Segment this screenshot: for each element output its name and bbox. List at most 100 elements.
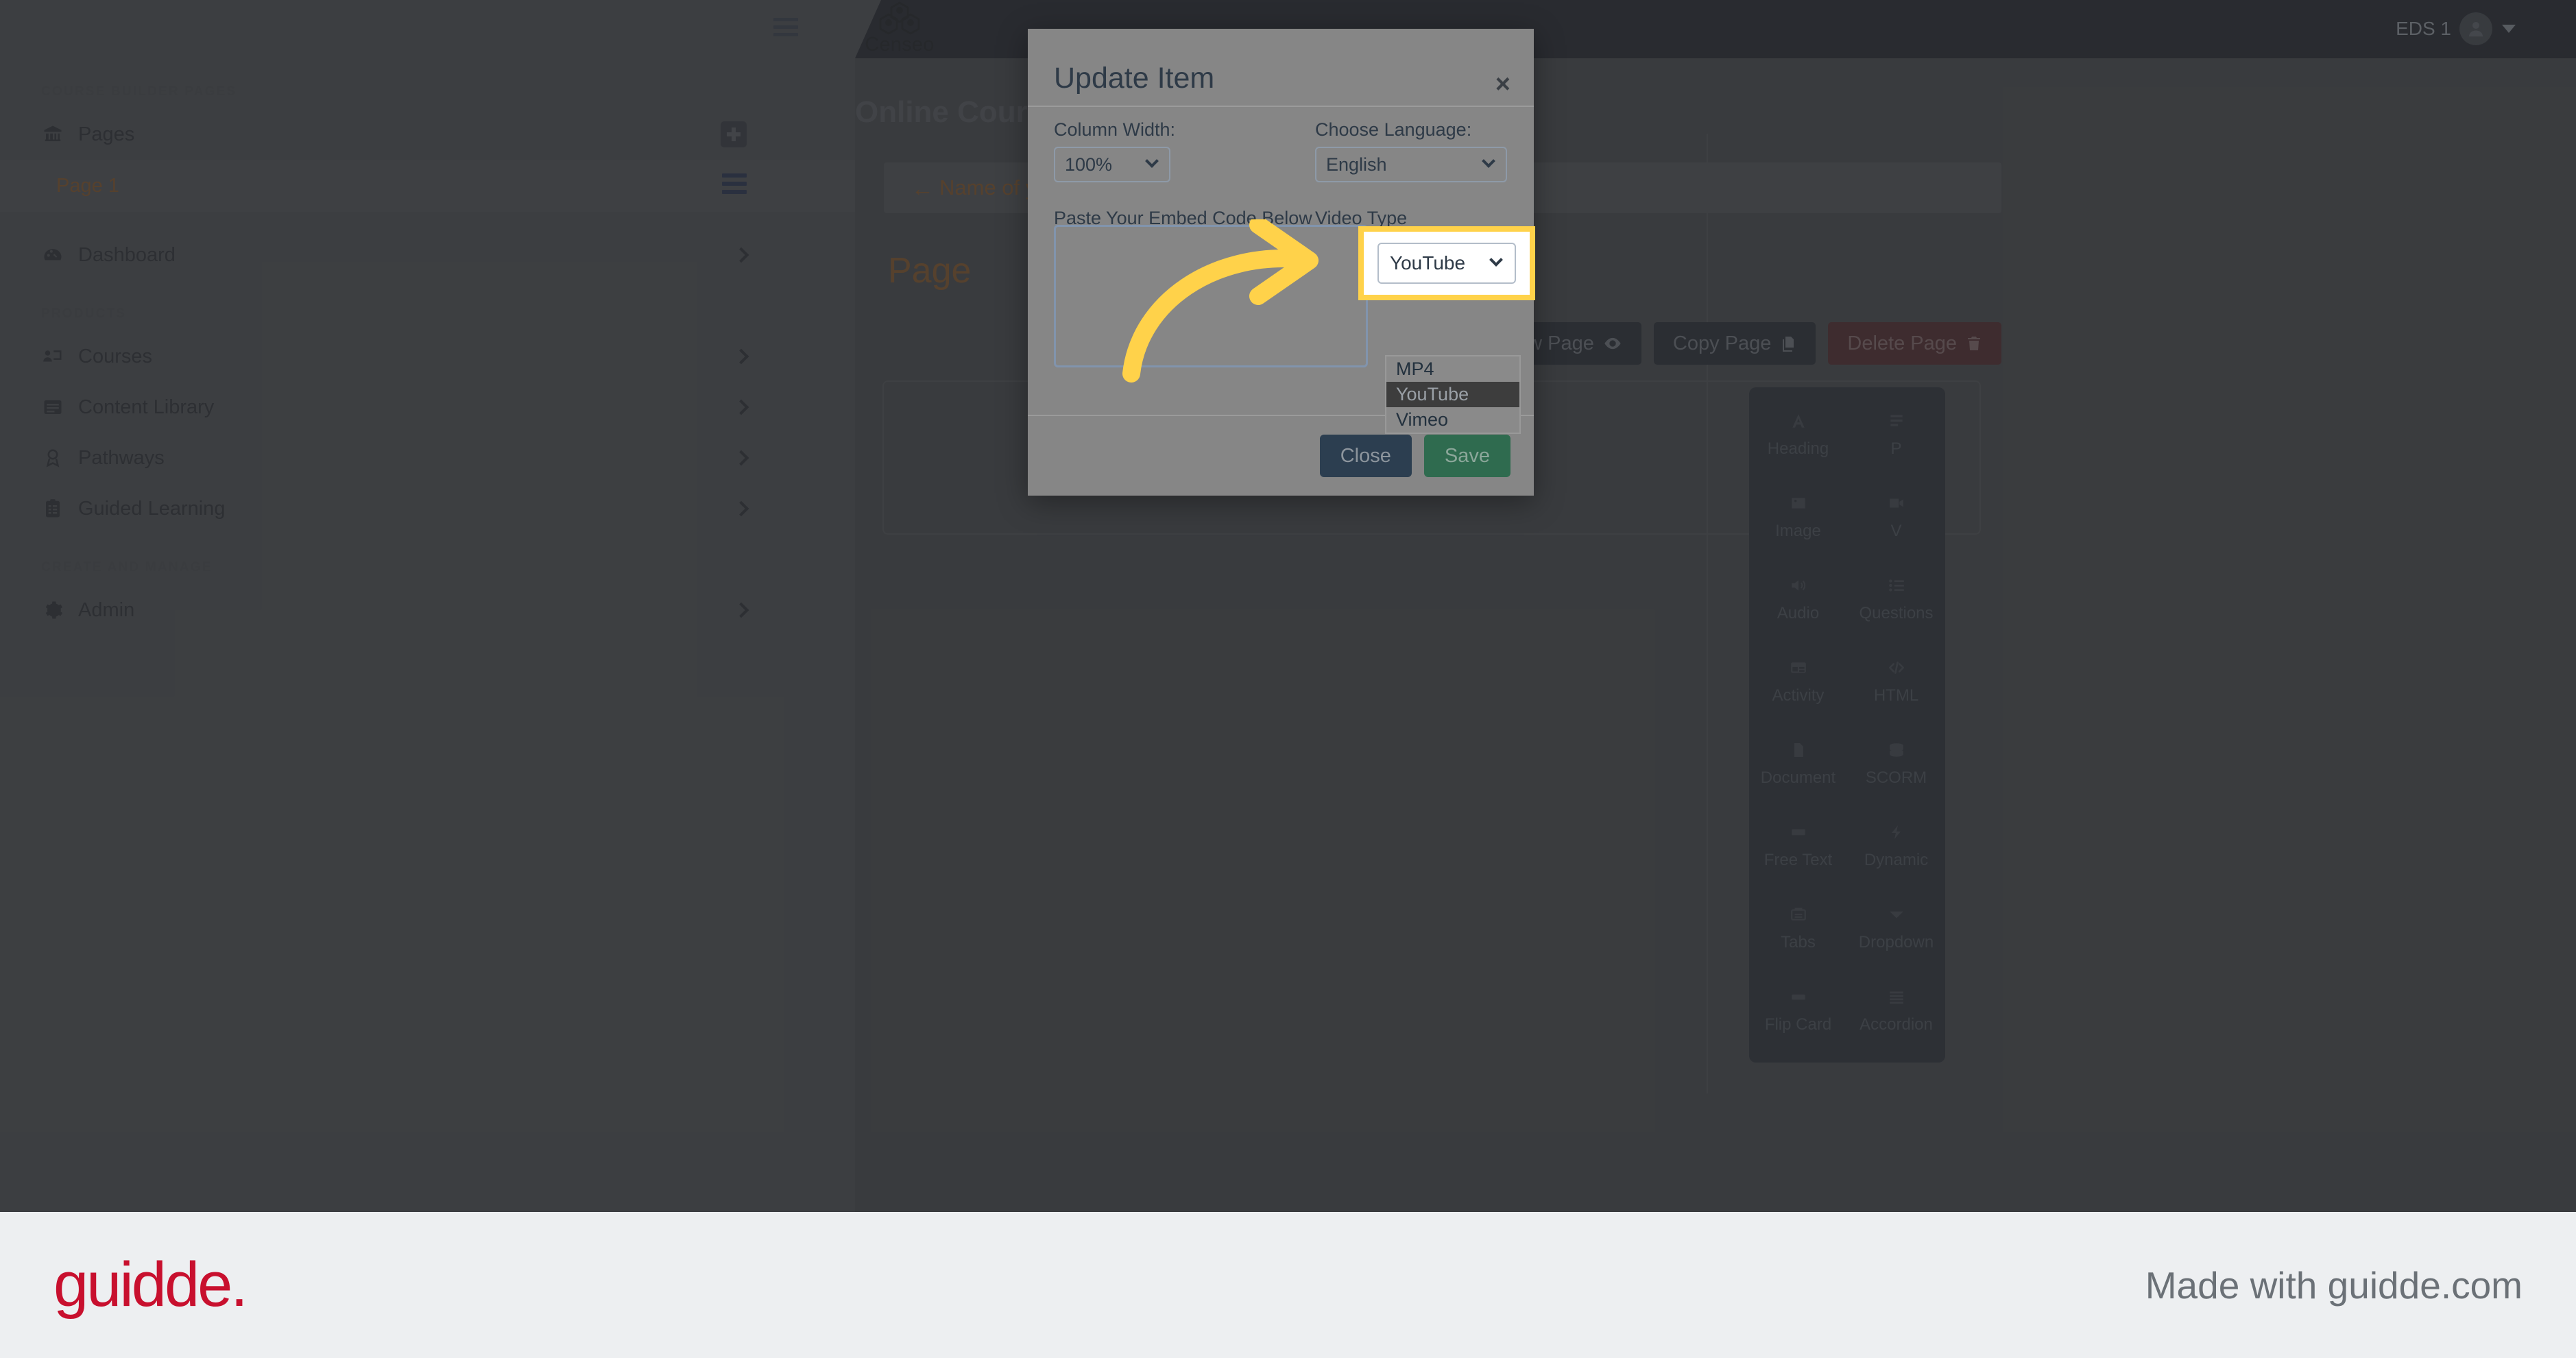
guidde-logo: guidde. <box>53 1250 248 1320</box>
block-heading[interactable]: Heading <box>1749 405 1847 487</box>
block-audio[interactable]: Audio <box>1749 570 1847 652</box>
application-root: Censeo EDS 1 COURSE BUILDER PAGES Pages <box>0 0 2576 1212</box>
sidebar-item-pages[interactable]: Pages <box>0 109 855 160</box>
top-bar-left-pane <box>0 0 881 58</box>
copy-page-button[interactable]: Copy Page <box>1653 322 1816 365</box>
block-questions[interactable]: Questions <box>1847 570 1945 652</box>
block-free-text[interactable]: Free Text <box>1749 816 1847 899</box>
block-palette: Heading P Image V Audio Questions Activi… <box>1749 387 1945 1063</box>
book-icon <box>41 397 78 417</box>
sidebar-item-admin[interactable]: Admin <box>0 585 855 635</box>
gear-icon <box>41 600 78 620</box>
block-video[interactable]: V <box>1847 487 1945 570</box>
block-html[interactable]: HTML <box>1847 652 1945 734</box>
block-label: Questions <box>1859 604 1934 622</box>
delete-page-button[interactable]: Delete Page <box>1828 322 2001 365</box>
column-width-value: 100% <box>1065 154 1113 175</box>
block-tabs[interactable]: Tabs <box>1749 899 1847 981</box>
chevron-down-icon <box>1482 154 1495 168</box>
bank-icon <box>41 124 78 145</box>
database-icon <box>1887 738 1906 762</box>
block-label: Dynamic <box>1864 851 1929 869</box>
action-button-label: Copy Page <box>1672 332 1772 354</box>
image-icon <box>1789 492 1808 515</box>
code-icon <box>1886 656 1907 679</box>
block-label: HTML <box>1873 686 1919 705</box>
sidebar-item-content-library[interactable]: Content Library <box>0 382 855 433</box>
block-label: Flip Card <box>1764 1015 1832 1034</box>
block-scorm[interactable]: SCORM <box>1847 734 1945 816</box>
guidde-footer: guidde. Made with guidde.com <box>0 1212 2576 1358</box>
layout-icon <box>1789 656 1808 679</box>
gauge-icon <box>41 245 78 265</box>
sidebar-item-label: Pages <box>78 123 135 145</box>
video-type-option-vimeo[interactable]: Vimeo <box>1386 407 1519 433</box>
trash-icon <box>1968 337 1980 350</box>
video-type-option-youtube[interactable]: YouTube <box>1386 382 1519 408</box>
video-type-value: YouTube <box>1390 252 1466 274</box>
close-icon[interactable]: × <box>1495 71 1510 97</box>
award-icon <box>41 448 78 468</box>
video-type-options-list[interactable]: MP4 YouTube Vimeo <box>1385 355 1521 435</box>
clipboard-list-icon <box>41 498 78 519</box>
censeo-mark-icon <box>879 1 920 35</box>
page-title: Page <box>888 251 972 291</box>
column-width-label: Column Width: <box>1054 119 1176 140</box>
speaker-icon <box>1788 574 1809 597</box>
chevron-right-icon <box>733 348 749 365</box>
made-with-guidde-text: Made with guidde.com <box>2145 1263 2523 1307</box>
block-activity[interactable]: Activity <box>1749 652 1847 734</box>
sidebar-item-label: Page 1 <box>56 174 119 197</box>
video-type-option-mp4[interactable]: MP4 <box>1386 356 1519 382</box>
block-label: V <box>1890 522 1902 540</box>
chevron-down-icon <box>1145 154 1159 168</box>
embed-code-textarea[interactable] <box>1054 225 1368 367</box>
block-label: Activity <box>1772 686 1825 705</box>
sidebar-item-page-1[interactable]: Page 1 <box>0 160 855 212</box>
modal-title: Update Item <box>1054 62 1215 95</box>
block-document[interactable]: Document <box>1749 734 1847 816</box>
column-width-select[interactable]: 100% <box>1054 147 1170 182</box>
presentation-icon <box>41 346 78 367</box>
user-avatar-icon <box>2469 22 2483 37</box>
block-label: Accordion <box>1859 1015 1933 1034</box>
sidebar-item-courses[interactable]: Courses <box>0 331 855 382</box>
block-label: SCORM <box>1865 768 1927 787</box>
sidebar-section-products: PRODUCTS <box>41 306 127 321</box>
sidebar-section-create-and-manage: CREATE AND MANAGE <box>41 560 213 574</box>
block-label: Free Text <box>1764 851 1833 869</box>
chevron-right-icon <box>733 247 749 263</box>
brand-name: Censeo <box>865 34 935 56</box>
chevron-right-icon <box>733 399 749 415</box>
add-page-plus-icon[interactable] <box>721 121 747 147</box>
user-label: EDS 1 <box>2396 18 2451 39</box>
block-flip-card[interactable]: Flip Card <box>1749 981 1847 1063</box>
sidebar-item-dashboard[interactable]: Dashboard <box>0 230 855 280</box>
block-dropdown[interactable]: Dropdown <box>1847 899 1945 981</box>
sidebar: COURSE BUILDER PAGES Pages Page 1 Dashbo… <box>0 58 855 1212</box>
video-type-select[interactable]: YouTube <box>1377 243 1516 284</box>
chevron-right-icon <box>733 602 749 618</box>
avatar <box>2459 12 2492 45</box>
drag-handle-icon[interactable] <box>722 173 747 198</box>
block-dynamic[interactable]: Dynamic <box>1847 816 1945 899</box>
close-button[interactable]: Close <box>1319 435 1412 477</box>
hamburger-icon[interactable] <box>773 18 798 37</box>
censeo-logo[interactable]: Censeo <box>845 1 954 56</box>
eye-icon <box>1604 337 1621 350</box>
choose-language-value: English <box>1326 154 1387 175</box>
letter-a-icon <box>1790 409 1807 433</box>
choose-language-select[interactable]: English <box>1315 147 1507 182</box>
block-image[interactable]: Image <box>1749 487 1847 570</box>
block-label: Image <box>1775 522 1821 540</box>
sidebar-item-guided-learning[interactable]: Guided Learning <box>0 483 855 534</box>
save-button[interactable]: Save <box>1423 435 1510 477</box>
tabs-icon <box>1789 903 1808 926</box>
block-paragraph[interactable]: P <box>1847 405 1945 487</box>
sidebar-item-pathways[interactable]: Pathways <box>0 433 855 483</box>
paragraph-icon <box>1888 409 1905 433</box>
block-accordion[interactable]: Accordion <box>1847 981 1945 1063</box>
user-menu[interactable]: EDS 1 <box>2396 12 2516 45</box>
caret-down-icon <box>1886 903 1907 926</box>
chevron-down-icon <box>2502 25 2516 33</box>
